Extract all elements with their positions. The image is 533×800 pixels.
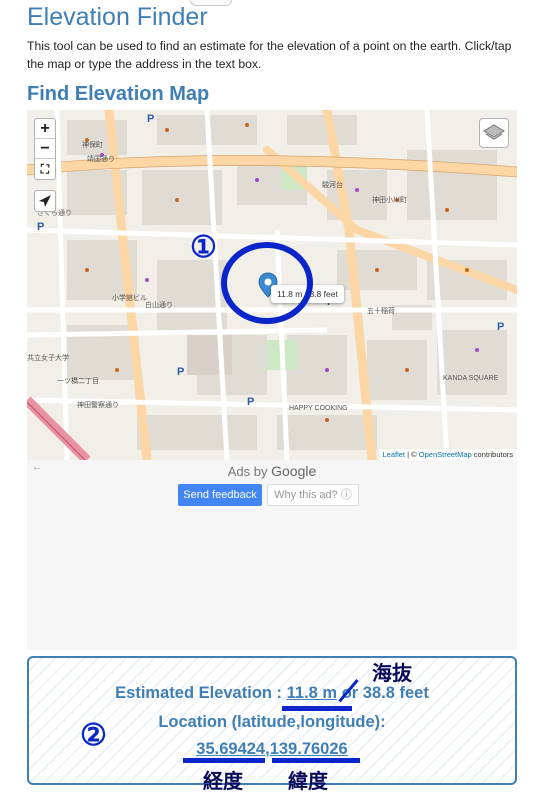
annotation-number-1: ① xyxy=(190,231,217,264)
annotation-underline-elevation xyxy=(282,706,352,711)
map-label: 白山通り xyxy=(145,302,173,309)
map-label: 共立女子大学 xyxy=(27,355,69,362)
map-attribution: Leaflet | © OpenStreetMap contributors xyxy=(378,449,517,460)
google-logo: Google xyxy=(271,463,317,479)
longitude-value: 139.76026 xyxy=(269,740,348,758)
map-label: 五十稲荷 xyxy=(367,308,395,315)
annotation-underline-longitude xyxy=(272,758,360,763)
annotation-circle xyxy=(221,242,313,324)
svg-text:P: P xyxy=(147,113,154,125)
map-label: HAPPY COOKING xyxy=(289,405,348,412)
map-label: KANDA SQUARE xyxy=(443,375,499,382)
map-label: 一ツ橋二丁目 xyxy=(57,378,99,385)
svg-text:P: P xyxy=(177,366,184,378)
annotation-number-2: ② xyxy=(80,719,107,752)
latitude-value: 35.69424 xyxy=(196,740,266,758)
annotation-keido: 経度 xyxy=(203,771,243,793)
section-title: Find Elevation Map xyxy=(27,83,210,105)
zoom-out-button[interactable]: − xyxy=(35,139,55,159)
map-label: 神田警察通り xyxy=(77,402,119,409)
attribution-separator: | © xyxy=(405,450,419,459)
leaflet-link[interactable]: Leaflet xyxy=(383,450,406,459)
zoom-in-button[interactable]: + xyxy=(35,119,55,139)
attribution-tail: contributors xyxy=(471,450,513,459)
ad-container: ← Ads by Google Send feedback Why this a… xyxy=(27,460,517,650)
ads-by-google: Ads by Google xyxy=(27,463,517,479)
elevation-feet: 38.8 feet xyxy=(362,684,429,702)
elevation-label: Estimated Elevation : xyxy=(115,684,287,702)
elevation-meters: 11.8 m xyxy=(286,684,338,702)
osm-link[interactable]: OpenStreetMap xyxy=(419,450,472,459)
locate-button[interactable] xyxy=(34,190,56,212)
annotation-ido: 緯度 xyxy=(288,771,328,793)
zoom-control: + − ⛶ xyxy=(34,118,56,180)
page-title: Elevation Finder xyxy=(27,3,208,31)
map-label: 神保町 xyxy=(82,142,103,149)
ads-by-label: Ads by xyxy=(227,464,268,479)
map-label: 駿河台 xyxy=(322,182,343,189)
fullscreen-button[interactable]: ⛶ xyxy=(35,159,55,179)
map-label: 小学館ビル xyxy=(112,295,147,302)
estimated-elevation: Estimated Elevation : 11.8 m or 38.8 fee… xyxy=(29,684,515,703)
svg-text:P: P xyxy=(37,221,44,233)
layers-button[interactable] xyxy=(479,118,509,148)
layers-icon xyxy=(483,124,505,140)
annotation-kaibatsu: 海抜 xyxy=(372,663,412,685)
locate-icon xyxy=(39,195,51,207)
intro-text: This tool can be used to find an estimat… xyxy=(27,39,512,71)
annotation-underline-latitude xyxy=(183,758,265,763)
svg-text:P: P xyxy=(497,321,504,333)
map-label: 靖国通り xyxy=(87,156,115,163)
svg-text:P: P xyxy=(247,396,254,408)
send-feedback-button[interactable]: Send feedback xyxy=(178,484,262,506)
map-label: 神田小川町 xyxy=(372,197,407,204)
why-this-ad-button[interactable]: Why this ad? ⓘ xyxy=(267,484,359,506)
